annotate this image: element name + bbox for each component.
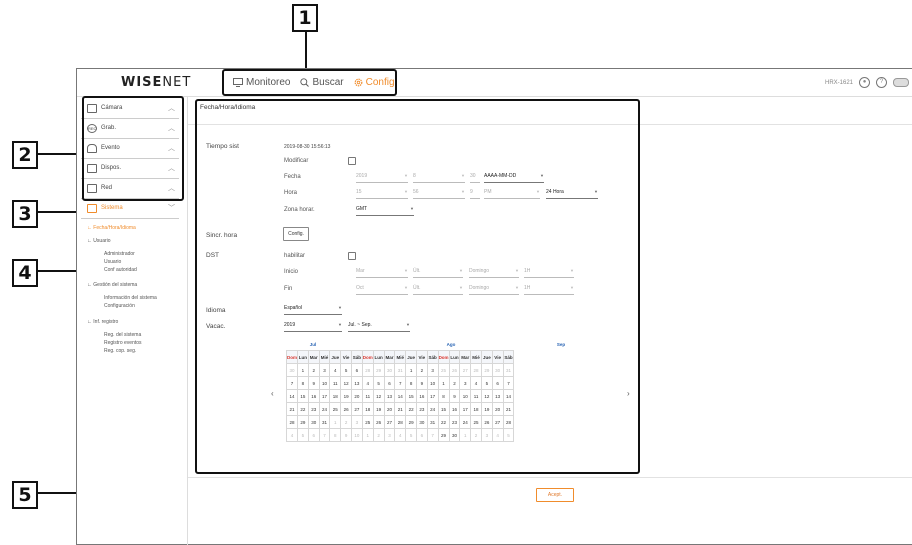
sidebar-sub-usuario[interactable]: ∟ Usuario <box>87 238 111 244</box>
accept-button[interactable]: Acept. <box>536 488 574 502</box>
highlight-sidebar-menus <box>82 96 184 201</box>
callout-5: 5 <box>12 481 38 509</box>
divider <box>81 218 179 219</box>
sidebar-item-sistema[interactable]: Sistema ﹀ <box>81 198 179 218</box>
highlight-main-panel <box>195 99 640 474</box>
sidebar-sub-conf-autoridad[interactable]: Conf autoridad <box>104 267 137 273</box>
system-icon <box>87 203 97 213</box>
sidebar-sub-fecha[interactable]: ∟ Fecha/Hora/Idioma <box>87 225 136 231</box>
sidebar-sub-registro-eventos[interactable]: Registro eventos <box>104 340 142 346</box>
logo: WISENET <box>121 75 192 90</box>
callout-4: 4 <box>12 259 38 287</box>
sidebar-sub-reg-sistema[interactable]: Reg. del sistema <box>104 332 141 338</box>
callout-3: 3 <box>12 200 38 228</box>
sidebar-sub-informacion[interactable]: Información del sistema <box>104 295 157 301</box>
callout-1: 1 <box>292 4 318 32</box>
sidebar-sub-gestion[interactable]: ∟ Gestión del sistema <box>87 282 137 288</box>
toggle-switch[interactable] <box>893 78 909 87</box>
help-icon[interactable]: ? <box>876 77 887 88</box>
sidebar-sub-usuario2[interactable]: Usuario <box>104 259 121 265</box>
top-bar: WISENET Monitoreo Buscar Config. HRX-162… <box>77 69 912 97</box>
sidebar-sub-reg-cop[interactable]: Reg. cop. seg. <box>104 348 136 354</box>
chevron-down-icon: ﹀ <box>168 205 175 212</box>
user-icon[interactable]: ● <box>859 77 870 88</box>
bottom-divider <box>188 477 912 478</box>
callout-2: 2 <box>12 141 38 169</box>
device-name: HRX-1621 <box>824 79 853 86</box>
sidebar-sub-configuracion[interactable]: Configuración <box>104 303 135 309</box>
top-right-controls: HRX-1621 ● ? <box>825 77 909 88</box>
highlight-topnav <box>222 69 397 96</box>
sidebar-sub-administrador[interactable]: Administrador <box>104 251 135 257</box>
sidebar-sub-inf-registro[interactable]: ∟ Inf. registro <box>87 319 118 325</box>
callout-1-line <box>305 32 307 71</box>
